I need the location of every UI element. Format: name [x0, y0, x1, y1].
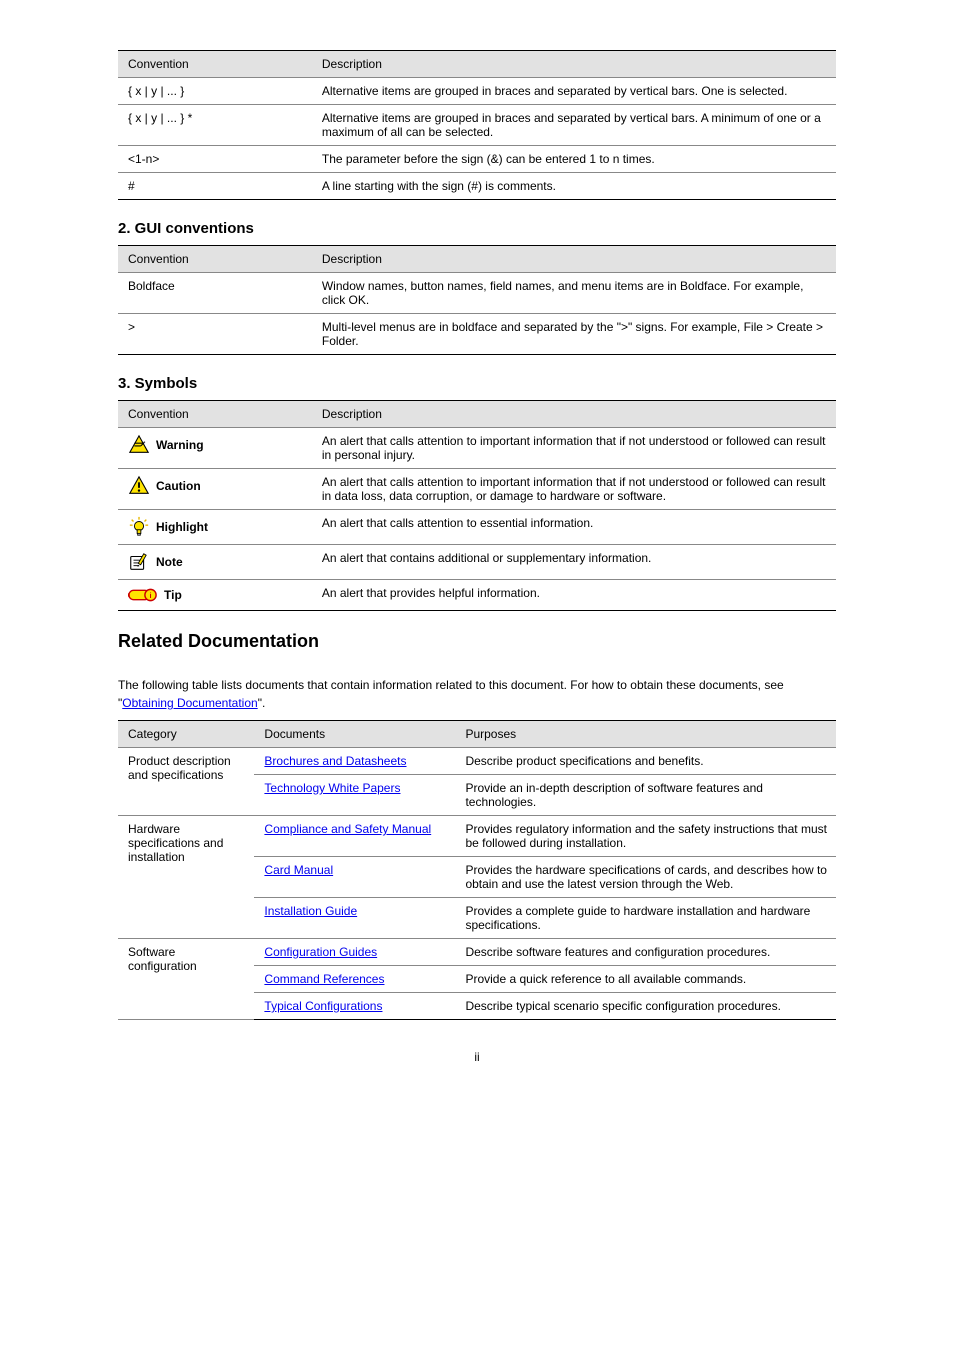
rel-header-documents: Documents: [254, 721, 455, 748]
highlight-label: Highlight: [156, 520, 208, 534]
note-icon: [128, 551, 150, 573]
sym-header-convention: Convention: [118, 401, 312, 428]
rel-category: Hardware specifications and installation: [118, 816, 254, 939]
rel-header-category: Category: [118, 721, 254, 748]
related-table: Category Documents Purposes Product desc…: [118, 720, 836, 1020]
table-row: > Multi-level menus are in boldface and …: [118, 314, 836, 355]
config-guides-link[interactable]: Configuration Guides: [264, 945, 377, 959]
highlight-icon: [128, 516, 150, 538]
svg-text:i: i: [149, 591, 151, 600]
gui-header-convention: Convention: [118, 246, 312, 273]
obtaining-doc-link[interactable]: Obtaining Documentation: [122, 696, 257, 710]
symbols-table: Convention Description Warning An alert …: [118, 400, 836, 611]
conv-desc: A line starting with the sign (#) is com…: [312, 173, 836, 200]
table-row: Highlight An alert that calls attention …: [118, 510, 836, 545]
rel-doc: Installation Guide: [254, 898, 455, 939]
gui-cell: >: [118, 314, 312, 355]
rel-doc: Card Manual: [254, 857, 455, 898]
sym-cell: Warning: [118, 428, 312, 469]
gui-cell: Boldface: [118, 273, 312, 314]
sym-cell: i Tip: [118, 580, 312, 611]
sym-desc: An alert that calls attention to importa…: [312, 469, 836, 510]
conv-header-convention: Convention: [118, 51, 312, 78]
table-row: i Tip An alert that provides helpful inf…: [118, 580, 836, 611]
table-row: Hardware specifications and installation…: [118, 816, 836, 857]
rel-category: Software configuration: [118, 939, 254, 1020]
rel-purpose: Provides regulatory information and the …: [455, 816, 836, 857]
rel-purpose: Describe product specifications and bene…: [455, 748, 836, 775]
related-intro: The following table lists documents that…: [118, 676, 836, 712]
table-row: # A line starting with the sign (#) is c…: [118, 173, 836, 200]
rel-purpose: Provides the hardware specifications of …: [455, 857, 836, 898]
rel-header-purposes: Purposes: [455, 721, 836, 748]
conventions-table: Convention Description { x | y | ... } A…: [118, 50, 836, 200]
typical-config-link[interactable]: Typical Configurations: [264, 999, 382, 1013]
rel-doc: Typical Configurations: [254, 993, 455, 1020]
table-row: Caution An alert that calls attention to…: [118, 469, 836, 510]
conv-cell: #: [118, 173, 312, 200]
table-row: Product description and specifications B…: [118, 748, 836, 775]
brochures-link[interactable]: Brochures and Datasheets: [264, 754, 406, 768]
conv-header-description: Description: [312, 51, 836, 78]
sym-desc: An alert that calls attention to essenti…: [312, 510, 836, 545]
sym-header-description: Description: [312, 401, 836, 428]
conv-desc: The parameter before the sign (&) can be…: [312, 146, 836, 173]
sym-desc: An alert that provides helpful informati…: [312, 580, 836, 611]
rel-doc: Technology White Papers: [254, 775, 455, 816]
note-label: Note: [156, 555, 183, 569]
warning-icon: [128, 434, 150, 456]
warning-label: Warning: [156, 438, 204, 452]
conv-cell: { x | y | ... }: [118, 78, 312, 105]
tip-icon: i: [128, 586, 158, 604]
rel-doc: Command References: [254, 966, 455, 993]
rel-purpose: Provides a complete guide to hardware in…: [455, 898, 836, 939]
sym-cell: Caution: [118, 469, 312, 510]
caution-icon: [128, 475, 150, 497]
rel-doc: Configuration Guides: [254, 939, 455, 966]
conv-desc: Alternative items are grouped in braces …: [312, 78, 836, 105]
sym-cell: Highlight: [118, 510, 312, 545]
table-row: Note An alert that contains additional o…: [118, 545, 836, 580]
compliance-link[interactable]: Compliance and Safety Manual: [264, 822, 431, 836]
rel-doc: Compliance and Safety Manual: [254, 816, 455, 857]
sym-desc: An alert that calls attention to importa…: [312, 428, 836, 469]
related-intro-after: ".: [258, 696, 266, 710]
gui-desc: Window names, button names, field names,…: [312, 273, 836, 314]
related-heading: Related Documentation: [118, 631, 836, 652]
gui-header-description: Description: [312, 246, 836, 273]
table-row: Boldface Window names, button names, fie…: [118, 273, 836, 314]
table-row: Warning An alert that calls attention to…: [118, 428, 836, 469]
table-row: <1-n> The parameter before the sign (&) …: [118, 146, 836, 173]
rel-doc: Brochures and Datasheets: [254, 748, 455, 775]
page-number: ii: [0, 1050, 954, 1064]
table-row: { x | y | ... } Alternative items are gr…: [118, 78, 836, 105]
gui-table: Convention Description Boldface Window n…: [118, 245, 836, 355]
conv-cell: { x | y | ... } *: [118, 105, 312, 146]
sym-desc: An alert that contains additional or sup…: [312, 545, 836, 580]
whitepapers-link[interactable]: Technology White Papers: [264, 781, 400, 795]
command-ref-link[interactable]: Command References: [264, 972, 384, 986]
gui-heading: 2. GUI conventions: [118, 220, 836, 237]
install-guide-link[interactable]: Installation Guide: [264, 904, 357, 918]
conv-cell: <1-n>: [118, 146, 312, 173]
tip-label: Tip: [164, 588, 182, 602]
table-row: { x | y | ... } * Alternative items are …: [118, 105, 836, 146]
rel-purpose: Provide a quick reference to all availab…: [455, 966, 836, 993]
table-row: Software configuration Configuration Gui…: [118, 939, 836, 966]
sym-cell: Note: [118, 545, 312, 580]
symbols-heading: 3. Symbols: [118, 375, 836, 392]
gui-desc: Multi-level menus are in boldface and se…: [312, 314, 836, 355]
rel-purpose: Describe typical scenario specific confi…: [455, 993, 836, 1020]
rel-purpose: Describe software features and configura…: [455, 939, 836, 966]
rel-purpose: Provide an in-depth description of softw…: [455, 775, 836, 816]
caution-label: Caution: [156, 479, 201, 493]
conv-desc: Alternative items are grouped in braces …: [312, 105, 836, 146]
card-manual-link[interactable]: Card Manual: [264, 863, 333, 877]
rel-category: Product description and specifications: [118, 748, 254, 816]
